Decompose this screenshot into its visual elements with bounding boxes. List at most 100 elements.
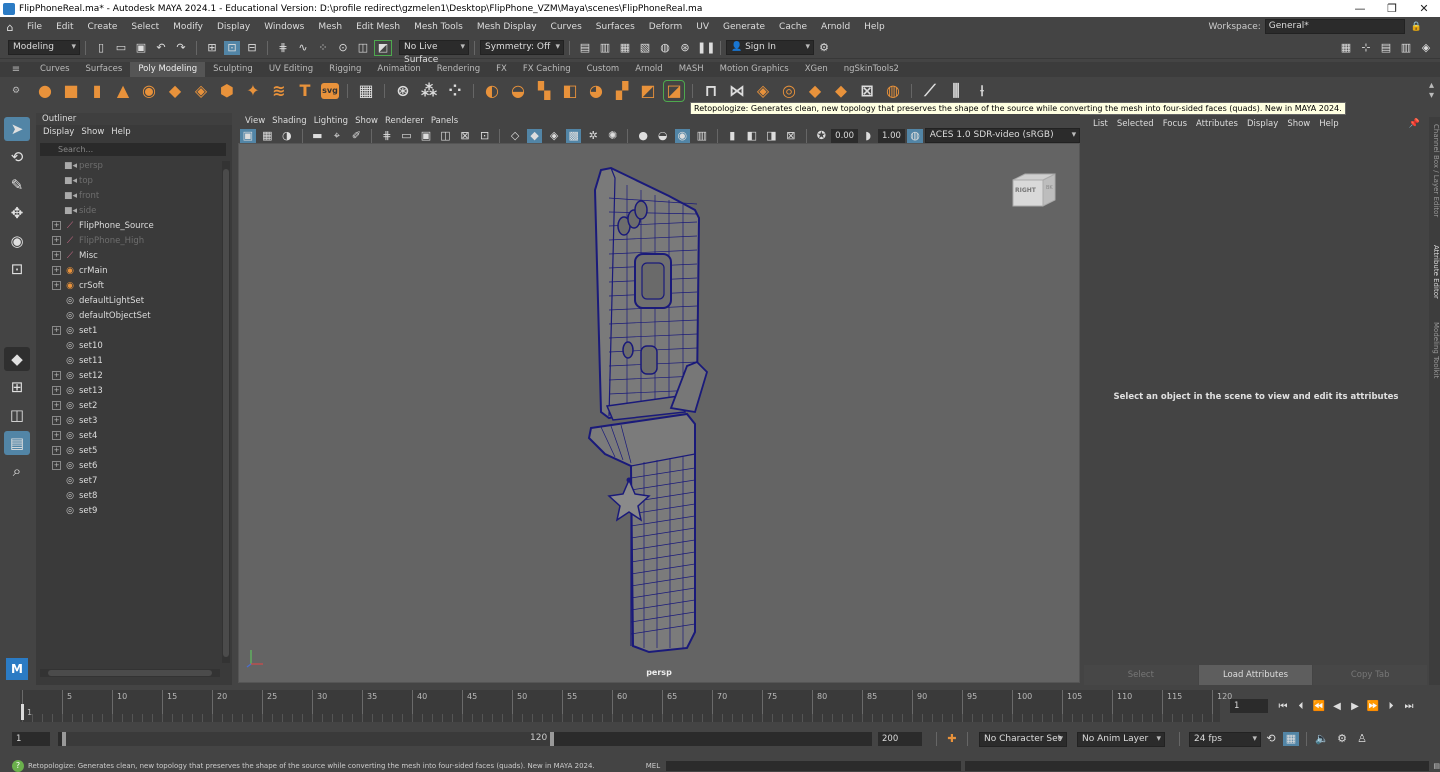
shelf-tab-fx[interactable]: FX <box>488 62 515 77</box>
outliner-item[interactable]: ◎ set11 <box>36 353 232 368</box>
hypershade-icon[interactable]: ◍ <box>657 41 673 55</box>
shelf-tab-fx-caching[interactable]: FX Caching <box>515 62 579 77</box>
attribute-menu-focus[interactable]: Focus <box>1163 117 1187 131</box>
poly-disc-icon[interactable]: ◈ <box>191 81 211 101</box>
go-to-start-icon[interactable]: ⏮ <box>1274 701 1292 712</box>
lasso-tool-icon[interactable]: ⟲ <box>4 145 30 169</box>
merge-icon[interactable]: ⬥ <box>831 81 851 101</box>
live-surface-field[interactable]: No Live Surface <box>399 40 469 65</box>
menu-edit[interactable]: Edit <box>49 17 80 37</box>
side-tab-modeling-toolkit[interactable]: Modeling Toolkit <box>1429 315 1440 385</box>
outliner-item[interactable]: + ◉ crSoft <box>36 278 232 293</box>
shelf-tab-arnold[interactable]: Arnold <box>627 62 671 77</box>
menu-uv[interactable]: UV <box>689 17 716 37</box>
view-cube[interactable]: RIGHT BK <box>1011 172 1057 208</box>
menu-set-dropdown[interactable]: Modeling <box>8 40 80 55</box>
shelf-tab-rendering[interactable]: Rendering <box>429 62 488 77</box>
poly-text-icon[interactable]: T <box>295 81 315 101</box>
fill-hole-icon[interactable]: ◆ <box>805 81 825 101</box>
viewport-menu-renderer[interactable]: Renderer <box>385 116 424 126</box>
step-back-key-icon[interactable]: ⏪ <box>1310 701 1328 712</box>
menu-help[interactable]: Help <box>857 17 892 37</box>
shelf-scroll-icon[interactable]: ▴ ▾ <box>1429 81 1434 101</box>
mel-label[interactable]: MEL <box>646 762 660 770</box>
menu-mesh-tools[interactable]: Mesh Tools <box>407 17 470 37</box>
attribute-menu-help[interactable]: Help <box>1319 117 1338 131</box>
animation-end-field[interactable]: 200 <box>878 732 922 746</box>
smooth-shade-icon[interactable]: ◆ <box>526 128 543 143</box>
outliner-item[interactable]: ■◂ top <box>36 173 232 188</box>
outliner-item[interactable]: + ◎ set13 <box>36 383 232 398</box>
open-scene-icon[interactable]: ▭ <box>113 41 129 55</box>
shelf-tab-custom[interactable]: Custom <box>579 62 628 77</box>
viewport-menu-panels[interactable]: Panels <box>431 116 458 126</box>
xray-active-icon[interactable]: ◨ <box>764 129 780 143</box>
snap-surface-icon[interactable]: ◫ <box>355 41 371 55</box>
outliner-item[interactable]: + ◎ set5 <box>36 443 232 458</box>
target-weld-icon[interactable]: ⊠ <box>857 81 877 101</box>
exposure-field[interactable]: 0.00 <box>831 128 859 143</box>
outliner-item[interactable]: + ◎ set6 <box>36 458 232 473</box>
save-scene-icon[interactable]: ▣ <box>133 41 149 55</box>
outliner-item[interactable]: ◎ set8 <box>36 488 232 503</box>
loop-icon[interactable]: ⟲ <box>1263 732 1279 746</box>
two-d-pan-icon[interactable]: ⌖ <box>329 129 345 143</box>
step-forward-frame-icon[interactable]: ⏵ <box>1382 701 1400 712</box>
combine-icon[interactable]: ⊛ <box>393 81 413 101</box>
extract-icon[interactable]: ▚ <box>534 81 554 101</box>
shelf-tab-curves[interactable]: Curves <box>32 62 78 77</box>
xray-joints-icon[interactable]: ⊠ <box>783 129 799 143</box>
outliner-layout-icon[interactable]: ▤ <box>4 431 30 455</box>
shelf-menu-icon[interactable]: ≡ <box>0 64 32 75</box>
single-perspective-layout-icon[interactable]: ◆ <box>4 347 30 371</box>
outliner-item[interactable]: + ◎ set4 <box>36 428 232 443</box>
select-hierarchy-icon[interactable]: ⊞ <box>204 41 220 55</box>
perspective-viewport[interactable]: RIGHT BK persp <box>238 143 1080 683</box>
snap-grid-icon[interactable]: ⋕ <box>275 41 291 55</box>
move-tool-icon[interactable]: ✥ <box>4 201 30 225</box>
expand-icon[interactable]: + <box>52 281 61 290</box>
restore-button[interactable]: ❐ <box>1376 0 1408 17</box>
sound-icon[interactable]: 🔈 <box>1314 732 1330 746</box>
quad-draw-icon[interactable]: ⟊ <box>972 81 992 101</box>
toggle-toolbox-icon[interactable]: ⊹ <box>1358 41 1374 55</box>
poly-cube-icon[interactable]: ■ <box>61 81 81 101</box>
sweep-mesh-icon[interactable]: ≋ <box>269 81 289 101</box>
xray-icon[interactable]: ◧ <box>744 129 760 143</box>
menu-select[interactable]: Select <box>124 17 166 37</box>
snap-point-icon[interactable]: ⁘ <box>315 41 331 55</box>
extrude-icon[interactable]: ⊓ <box>701 81 721 101</box>
rotate-tool-icon[interactable]: ◉ <box>4 229 30 253</box>
insert-edge-loop-icon[interactable]: ⫼ <box>946 81 966 101</box>
animation-start-field[interactable]: 1 <box>12 732 50 746</box>
smooth-icon[interactable]: ⁘ <box>445 81 465 101</box>
command-line-input[interactable] <box>666 761 962 771</box>
select-component-icon[interactable]: ⊟ <box>244 41 260 55</box>
use-all-lights-icon[interactable]: ✲ <box>585 129 601 143</box>
boolean-icon[interactable]: ◐ <box>482 81 502 101</box>
load-attributes-button[interactable]: Load Attributes <box>1198 665 1313 685</box>
outliner-item[interactable]: ◎ set9 <box>36 503 232 518</box>
shelf-options-icon[interactable]: ⚙ <box>0 86 32 96</box>
outliner-menu-help[interactable]: Help <box>111 127 130 137</box>
poly-torus-icon[interactable]: ◉ <box>139 81 159 101</box>
separate-icon[interactable]: ⁂ <box>419 81 439 101</box>
menu-modify[interactable]: Modify <box>166 17 210 37</box>
play-forward-icon[interactable]: ▶ <box>1346 701 1364 712</box>
outliner-item[interactable]: + ◉ crMain <box>36 263 232 278</box>
poly-cone-icon[interactable]: ▲ <box>113 81 133 101</box>
select-tool-icon[interactable]: ➤ <box>4 117 30 141</box>
home-icon[interactable]: ⌂ <box>0 21 20 34</box>
anim-prefs-icon[interactable]: ⚙ <box>1334 732 1350 746</box>
snap-view-icon[interactable]: ⊙ <box>335 41 351 55</box>
outliner-menu-display[interactable]: Display <box>43 127 74 137</box>
minimize-button[interactable]: — <box>1344 0 1376 17</box>
select-button[interactable]: Select <box>1084 665 1198 685</box>
textured-icon[interactable]: ▩ <box>565 128 582 143</box>
close-button[interactable]: ✕ <box>1408 0 1440 17</box>
time-slider[interactable]: 1 5 10 15 20 25 30 35 40 45 50 55 60 65 70 75 80 85 90 95 10… <box>20 690 1232 722</box>
outliner-item[interactable]: + ◎ set3 <box>36 413 232 428</box>
scale-tool-icon[interactable]: ⊡ <box>4 257 30 281</box>
resolution-gate-icon[interactable]: ▣ <box>418 129 434 143</box>
shelf-tab-uv-editing[interactable]: UV Editing <box>261 62 321 77</box>
